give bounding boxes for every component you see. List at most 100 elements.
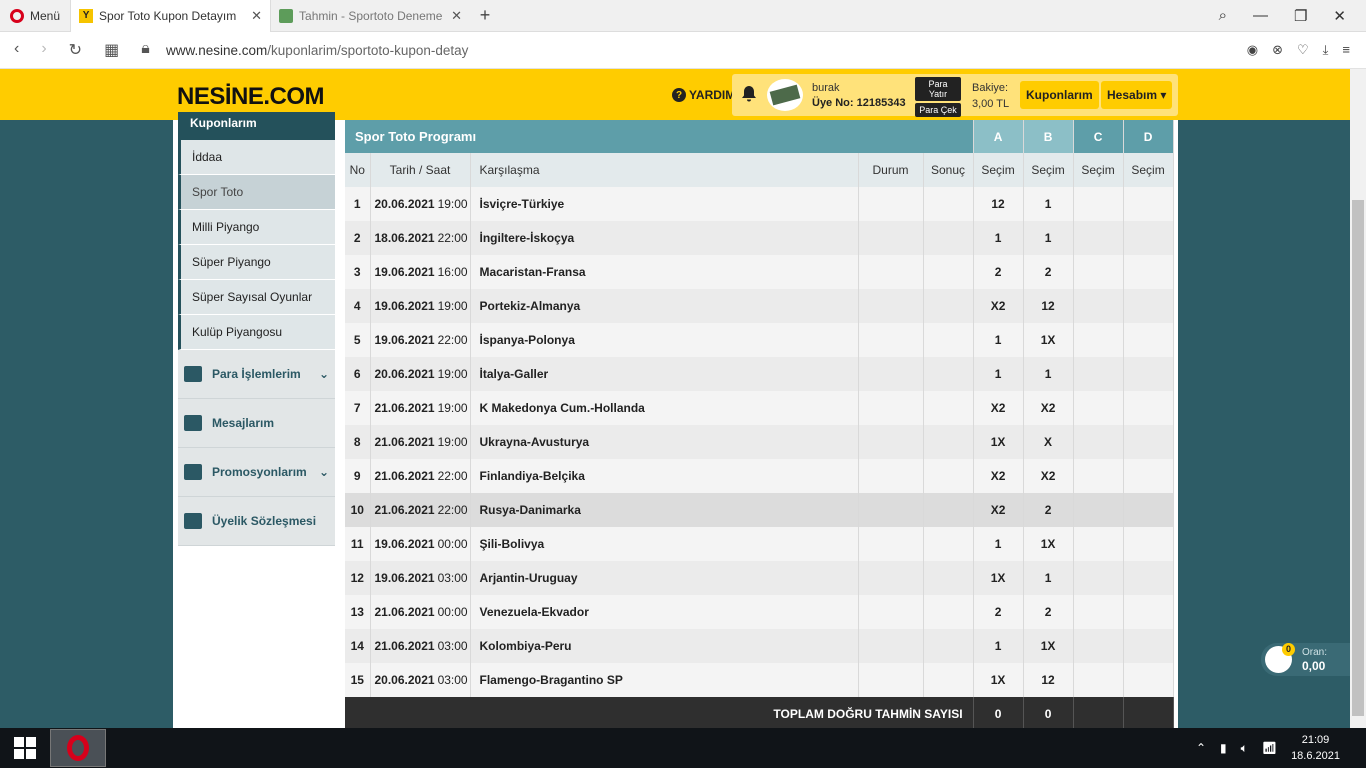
- tab-tahmin[interactable]: Tahmin - Sportoto Deneme ✕: [270, 0, 470, 32]
- restore-icon[interactable]: ❐: [1294, 7, 1307, 25]
- start-button[interactable]: [0, 728, 50, 768]
- row-choice-d: [1123, 357, 1174, 391]
- account-button[interactable]: Hesabım ▾: [1101, 81, 1173, 109]
- url-field[interactable]: www.nesine.com/kuponlarim/sportoto-kupon…: [150, 43, 1247, 58]
- header-choice-c: Seçim: [1073, 153, 1124, 187]
- total-correct-a: 0: [973, 697, 1024, 730]
- sidebar-main-item-label: Promosyonlarım: [212, 465, 307, 479]
- heart-icon[interactable]: ♡: [1297, 42, 1309, 58]
- tab-spor-toto[interactable]: Y Spor Toto Kupon Detayım ✕: [70, 0, 271, 32]
- row-number: 3: [345, 255, 371, 289]
- row-time: 22:00: [437, 231, 468, 245]
- nesine-logo[interactable]: NESİNE.COM: [177, 83, 325, 111]
- sidebar-sub-item[interactable]: Spor Toto: [178, 175, 335, 210]
- row-result: [923, 595, 974, 629]
- avatar[interactable]: [767, 79, 803, 111]
- volume-icon[interactable]: 🔈︎: [1241, 741, 1248, 756]
- sidebar-sub-item[interactable]: Süper Piyango: [178, 245, 335, 280]
- menu-lines-icon[interactable]: ≡: [1342, 42, 1350, 58]
- close-window-icon[interactable]: ✕: [1333, 7, 1346, 25]
- download-icon[interactable]: ⤓: [1323, 42, 1329, 58]
- sidebar-sub-item[interactable]: Milli Piyango: [178, 210, 335, 245]
- sportoto-favicon-icon: [279, 8, 294, 23]
- reload-icon[interactable]: ↻: [69, 40, 82, 60]
- sidebar-main-item[interactable]: Üyelik Sözleşmesi: [178, 497, 335, 546]
- back-icon[interactable]: ‹: [14, 40, 19, 60]
- clock[interactable]: 21:09 18.6.2021: [1291, 732, 1340, 764]
- chevron-down-icon[interactable]: ⌄: [319, 367, 329, 381]
- row-choice-a: X2: [973, 459, 1024, 493]
- row-status: [858, 425, 924, 459]
- bell-icon[interactable]: [741, 85, 757, 103]
- row-status: [858, 323, 924, 357]
- row-date-time: 19.06.2021 22:00: [370, 323, 471, 357]
- row-result: [923, 391, 974, 425]
- coupon-count-badge: 0: [1282, 643, 1295, 656]
- row-date: 21.06.2021: [374, 639, 435, 653]
- row-choice-d: [1123, 323, 1174, 357]
- row-result: [923, 289, 974, 323]
- taskbar: ⌃ ▮ 🔈︎ 📶︎ 21:09 18.6.2021: [0, 728, 1366, 768]
- row-status: [858, 629, 924, 663]
- row-choice-c: [1073, 663, 1124, 697]
- sidebar-section-title[interactable]: Kuponlarım: [178, 112, 335, 140]
- table-row: 6 20.06.2021 19:00 İtalya-Galler 1 1: [345, 357, 1174, 391]
- user-box: burak Üye No: 12185343 Para Yatır Para Ç…: [732, 74, 1178, 117]
- table-row: 14 21.06.2021 03:00 Kolombiya-Peru 1 1X: [345, 629, 1174, 663]
- row-date: 21.06.2021: [374, 401, 435, 415]
- row-match: İspanya-Polonya: [470, 323, 859, 357]
- opera-taskbar-button[interactable]: [50, 729, 106, 767]
- row-match: Ukrayna-Avusturya: [470, 425, 859, 459]
- row-time: 00:00: [437, 605, 468, 619]
- row-date: 19.06.2021: [374, 265, 435, 279]
- row-status: [858, 187, 924, 221]
- close-tab-icon[interactable]: ✕: [251, 8, 262, 24]
- row-choice-d: [1123, 425, 1174, 459]
- row-date: 19.06.2021: [374, 333, 435, 347]
- header-choice-a: Seçim: [973, 153, 1024, 187]
- opera-menu-button[interactable]: Menü: [0, 0, 70, 32]
- sidebar-main-item[interactable]: Promosyonlarım ⌄: [178, 448, 335, 497]
- row-date-time: 21.06.2021 22:00: [370, 493, 471, 527]
- network-icon[interactable]: 📶︎: [1262, 741, 1277, 755]
- close-tab-icon[interactable]: ✕: [451, 8, 462, 24]
- row-choice-d: [1123, 391, 1174, 425]
- sidebar-main-item[interactable]: Mesajlarım: [178, 399, 335, 448]
- sidebar-main-item-label: Para İşlemlerim: [212, 367, 301, 381]
- coupons-button[interactable]: Kuponlarım: [1020, 81, 1099, 109]
- scrollbar-thumb[interactable]: [1352, 200, 1364, 716]
- row-choice-d: [1123, 255, 1174, 289]
- forward-icon[interactable]: ›: [41, 40, 46, 60]
- tray-chevron-icon[interactable]: ⌃: [1196, 741, 1206, 755]
- row-status: [858, 527, 924, 561]
- chevron-down-icon[interactable]: ⌄: [319, 465, 329, 479]
- sidebar-sub-item[interactable]: İddaa: [178, 140, 335, 175]
- sidebar-sub-item[interactable]: Kulüp Piyangosu: [178, 315, 335, 350]
- new-tab-button[interactable]: +: [470, 5, 500, 26]
- camera-icon[interactable]: ◉: [1247, 42, 1258, 58]
- row-number: 10: [345, 493, 371, 527]
- row-result: [923, 527, 974, 561]
- table-row: 4 19.06.2021 19:00 Portekiz-Almanya X2 12: [345, 289, 1174, 323]
- row-choice-b: 1: [1023, 221, 1074, 255]
- tabs-grid-icon[interactable]: ▦: [104, 40, 119, 60]
- minimize-icon[interactable]: —: [1253, 7, 1268, 24]
- row-result: [923, 221, 974, 255]
- row-status: [858, 255, 924, 289]
- row-choice-d: [1123, 629, 1174, 663]
- row-match: Arjantin-Uruguay: [470, 561, 859, 595]
- row-status: [858, 357, 924, 391]
- sidebar-sub-item[interactable]: Süper Sayısal Oyunlar: [178, 280, 335, 315]
- row-choice-a: 1: [973, 527, 1024, 561]
- adblock-icon[interactable]: ⊗: [1272, 42, 1283, 58]
- withdraw-button[interactable]: Para Çek: [915, 103, 961, 117]
- help-link[interactable]: ? YARDIM: [672, 88, 735, 102]
- deposit-button[interactable]: Para Yatır: [915, 77, 961, 101]
- row-choice-b: 1: [1023, 357, 1074, 391]
- search-icon[interactable]: ⌕: [1219, 7, 1227, 24]
- table-row: 7 21.06.2021 19:00 K Makedonya Cum.-Holland…: [345, 391, 1174, 425]
- sidebar-main-item[interactable]: Para İşlemlerim ⌄: [178, 350, 335, 399]
- row-time: 19:00: [437, 367, 468, 381]
- battery-icon[interactable]: ▮: [1220, 741, 1227, 755]
- row-date: 21.06.2021: [374, 605, 435, 619]
